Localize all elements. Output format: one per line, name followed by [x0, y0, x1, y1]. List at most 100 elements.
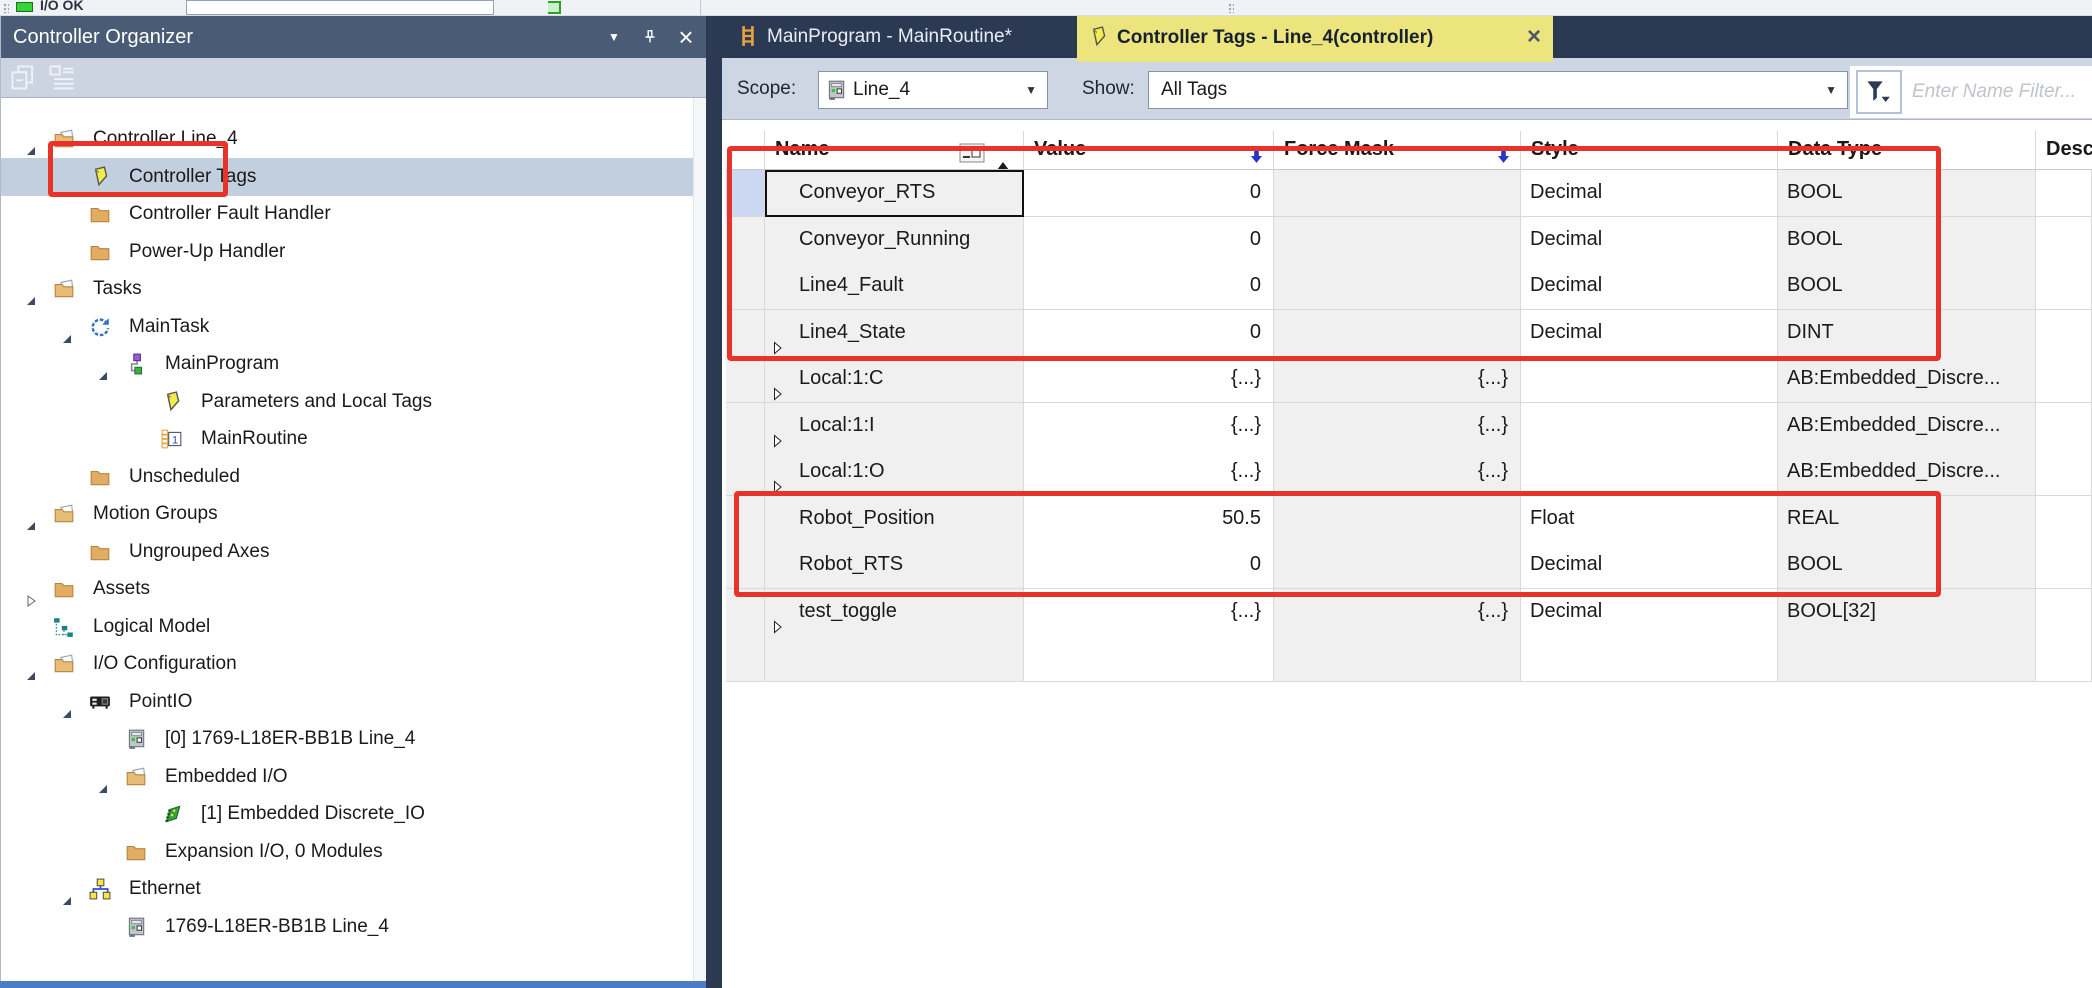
- filter-funnel-button[interactable]: [1856, 70, 1902, 114]
- tag-value-cell[interactable]: 0: [1024, 310, 1274, 357]
- tag-force-mask-cell[interactable]: {...}: [1274, 356, 1521, 403]
- row-selector[interactable]: [726, 542, 765, 589]
- tag-force-mask-cell[interactable]: [1274, 263, 1521, 310]
- tag-value-cell[interactable]: {...}: [1024, 449, 1274, 496]
- tag-style-cell[interactable]: Decimal: [1521, 263, 1778, 310]
- tag-value-cell[interactable]: 0: [1024, 542, 1274, 589]
- collapse-arrow-icon[interactable]: [25, 133, 37, 145]
- tag-data-type-cell[interactable]: AB:Embedded_Discre...: [1778, 403, 2036, 450]
- tag-style-cell[interactable]: [1521, 403, 1778, 450]
- column-header-force-mask[interactable]: Force Mask: [1274, 131, 1521, 170]
- empty-row-cell[interactable]: [2036, 635, 2092, 682]
- collapse-arrow-icon[interactable]: [25, 283, 37, 295]
- tree-scrollbar[interactable]: [693, 98, 707, 982]
- tree-item-ethernet[interactable]: Ethernet: [1, 870, 707, 908]
- tag-value-cell[interactable]: {...}: [1024, 589, 1274, 636]
- toolbar-grip[interactable]: [1228, 3, 1234, 13]
- expand-arrow-icon[interactable]: [773, 606, 783, 636]
- tree-item-maintask[interactable]: MainTask: [1, 308, 707, 346]
- close-tab-icon[interactable]: ×: [1527, 16, 1541, 58]
- row-selector[interactable]: [726, 310, 765, 357]
- tag-name-cell[interactable]: Robot_Position: [765, 496, 1024, 543]
- column-header-style[interactable]: Style: [1521, 131, 1778, 170]
- tag-description-cell[interactable]: [2036, 589, 2092, 636]
- tree-item-embedded-i-o[interactable]: Embedded I/O: [1, 758, 707, 796]
- tag-data-type-cell[interactable]: BOOL: [1778, 217, 2036, 264]
- column-header-description[interactable]: Description: [2036, 131, 2092, 170]
- tag-description-cell[interactable]: [2036, 217, 2092, 264]
- tree-item-controller-line-4[interactable]: Controller Line_4: [1, 120, 707, 158]
- tab-mainprogram-mainroutine[interactable]: MainProgram - MainRoutine*: [727, 16, 1070, 58]
- verify-icon[interactable]: [548, 1, 561, 14]
- collapse-arrow-icon[interactable]: [61, 321, 73, 333]
- expand-arrow-icon[interactable]: [25, 583, 37, 595]
- collapse-all-icon[interactable]: [9, 63, 39, 93]
- tag-force-mask-cell[interactable]: {...}: [1274, 403, 1521, 450]
- tag-data-type-cell[interactable]: BOOL[32]: [1778, 589, 2036, 636]
- tree-item-tasks[interactable]: Tasks: [1, 270, 707, 308]
- pin-icon[interactable]: [633, 16, 667, 58]
- tag-force-mask-cell[interactable]: [1274, 310, 1521, 357]
- column-header-data-type[interactable]: Data Type: [1778, 131, 2036, 170]
- tag-description-cell[interactable]: [2036, 496, 2092, 543]
- tag-description-cell[interactable]: [2036, 356, 2092, 403]
- tree-item--0-1769-l18er-bb1b-line-4[interactable]: [0] 1769-L18ER-BB1B Line_4: [1, 720, 707, 758]
- toolbar-grip[interactable]: [3, 3, 9, 13]
- window-position-menu-icon[interactable]: ▼: [597, 16, 631, 58]
- tree-item-parameters-and-local-tags[interactable]: Parameters and Local Tags: [1, 383, 707, 421]
- collapse-arrow-icon[interactable]: [97, 358, 109, 370]
- tag-name-cell[interactable]: Local:1:O: [765, 449, 1024, 496]
- tree-item-pointio[interactable]: PointIO: [1, 683, 707, 721]
- tree-item-mainroutine[interactable]: 1MainRoutine: [1, 420, 707, 458]
- tag-name-cell[interactable]: Local:1:I: [765, 403, 1024, 450]
- row-selector[interactable]: [726, 449, 765, 496]
- empty-row-cell[interactable]: [1024, 635, 1274, 682]
- tree-item-ungrouped-axes[interactable]: Ungrouped Axes: [1, 533, 707, 571]
- tag-data-type-cell[interactable]: BOOL: [1778, 263, 2036, 310]
- tag-name-cell[interactable]: Local:1:C: [765, 356, 1024, 403]
- name-filter-input[interactable]: [1910, 70, 2088, 114]
- tag-data-type-cell[interactable]: BOOL: [1778, 542, 2036, 589]
- empty-row-cell[interactable]: [1274, 635, 1521, 682]
- tag-description-cell[interactable]: [2036, 403, 2092, 450]
- tag-value-cell[interactable]: {...}: [1024, 403, 1274, 450]
- tag-description-cell[interactable]: [2036, 263, 2092, 310]
- tree-item-assets[interactable]: Assets: [1, 570, 707, 608]
- tree-item-power-up-handler[interactable]: Power-Up Handler: [1, 233, 707, 271]
- tag-force-mask-cell[interactable]: {...}: [1274, 589, 1521, 636]
- tag-value-cell[interactable]: 50.5: [1024, 496, 1274, 543]
- tree-item-motion-groups[interactable]: Motion Groups: [1, 495, 707, 533]
- tag-style-cell[interactable]: Decimal: [1521, 589, 1778, 636]
- collapse-arrow-icon[interactable]: [25, 508, 37, 520]
- tag-description-cell[interactable]: [2036, 310, 2092, 357]
- tag-data-type-cell[interactable]: AB:Embedded_Discre...: [1778, 356, 2036, 403]
- expand-arrow-icon[interactable]: [773, 420, 783, 450]
- row-selector[interactable]: [726, 217, 765, 264]
- panel-splitter[interactable]: [706, 16, 722, 988]
- tag-force-mask-cell[interactable]: [1274, 496, 1521, 543]
- tag-value-cell[interactable]: 0: [1024, 263, 1274, 310]
- tag-description-cell[interactable]: [2036, 170, 2092, 217]
- empty-row-cell[interactable]: [1521, 635, 1778, 682]
- row-selector[interactable]: [726, 403, 765, 450]
- tag-style-cell[interactable]: [1521, 449, 1778, 496]
- tag-data-type-cell[interactable]: REAL: [1778, 496, 2036, 543]
- tag-force-mask-cell[interactable]: [1274, 217, 1521, 264]
- expand-arrow-icon[interactable]: [773, 373, 783, 403]
- tag-style-cell[interactable]: Decimal: [1521, 217, 1778, 264]
- tree-item-unscheduled[interactable]: Unscheduled: [1, 458, 707, 496]
- tag-name-cell[interactable]: Line4_Fault: [765, 263, 1024, 310]
- tree-item-mainprogram[interactable]: MainProgram: [1, 345, 707, 383]
- expand-arrow-icon[interactable]: [773, 327, 783, 357]
- scope-dropdown[interactable]: Line_4 ▼: [818, 71, 1048, 109]
- tag-value-cell[interactable]: 0: [1024, 217, 1274, 264]
- expand-arrow-icon[interactable]: [773, 466, 783, 496]
- row-selector[interactable]: [726, 170, 765, 217]
- tree-item-1769-l18er-bb1b-line-4[interactable]: 1769-L18ER-BB1B Line_4: [1, 908, 707, 946]
- toolbar-combobox[interactable]: [186, 0, 494, 15]
- tag-name-cell[interactable]: test_toggle: [765, 589, 1024, 636]
- tag-data-type-cell[interactable]: DINT: [1778, 310, 2036, 357]
- show-dropdown[interactable]: All Tags ▼: [1148, 71, 1848, 109]
- tag-force-mask-cell[interactable]: [1274, 542, 1521, 589]
- tree-item--1-embedded-discrete-io[interactable]: [1] Embedded Discrete_IO: [1, 795, 707, 833]
